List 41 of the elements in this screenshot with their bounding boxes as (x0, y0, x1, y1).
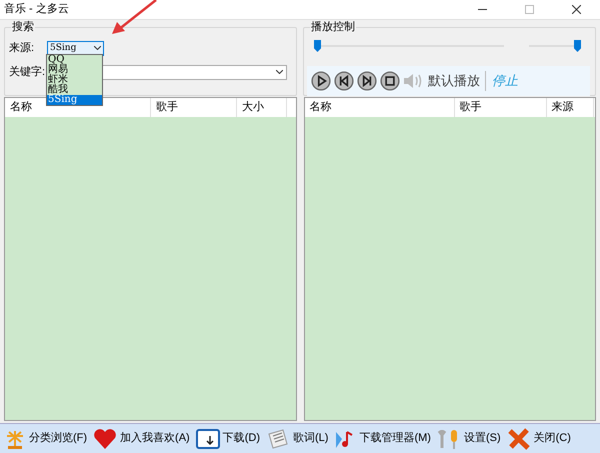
download-icon (196, 428, 220, 450)
output-device: 默认播放 (426, 71, 486, 91)
toolbar-button[interactable]: 歌词(L) (265, 426, 330, 452)
stop-button[interactable] (380, 71, 400, 91)
play-button[interactable] (311, 71, 331, 91)
toolbar-button[interactable]: 加入我喜欢(A) (92, 426, 191, 452)
slider-thumb[interactable] (314, 40, 321, 52)
dropdown-option[interactable]: 虾米 (47, 75, 102, 85)
chevron-down-icon[interactable] (276, 70, 283, 74)
toolbar-button[interactable]: 分类浏览(F) (3, 426, 88, 452)
group-title: 搜索 (11, 21, 35, 33)
source-combo[interactable]: 5Sing (47, 40, 104, 56)
heart-icon (93, 428, 118, 450)
chevron-down-icon[interactable] (94, 46, 101, 50)
toolbar-button[interactable]: 设置(S) (436, 426, 502, 452)
keyword-label: 关键字: (9, 64, 46, 80)
slider-thumb[interactable] (574, 40, 581, 52)
toolbar-button[interactable]: 下载管理器(M) (333, 426, 432, 452)
dropdown-option[interactable]: 网易 (47, 65, 102, 75)
notepad-icon (266, 428, 290, 450)
slider-track[interactable] (314, 40, 504, 52)
toolbar-button[interactable]: 关闭(C) (506, 426, 572, 452)
source-label: 来源: (9, 41, 36, 56)
close-icon[interactable] (572, 5, 581, 14)
slider-track[interactable] (529, 40, 581, 52)
column-header[interactable]: 来源 (546, 98, 594, 117)
cross-icon (506, 428, 531, 450)
window-title: 音乐 - 之多云 (3, 2, 69, 18)
column-header[interactable]: 大小 (237, 98, 287, 117)
dropdown-option[interactable]: 5Sing (47, 95, 102, 105)
playback-status: 停止 (491, 72, 518, 90)
annotation-arrow (112, 0, 157, 34)
next-button[interactable] (357, 71, 377, 91)
dropdown-option[interactable]: 酷我 (47, 85, 102, 95)
column-header[interactable]: 歌手 (151, 98, 237, 117)
column-header[interactable]: 歌手 (454, 98, 546, 117)
group-title: 播放控制 (310, 21, 356, 33)
toolbar-button[interactable]: 下载(D) (194, 426, 261, 452)
previous-button[interactable] (334, 71, 354, 91)
column-header[interactable]: 名称 (304, 98, 454, 117)
dropdown-option[interactable]: QQ (47, 55, 102, 65)
